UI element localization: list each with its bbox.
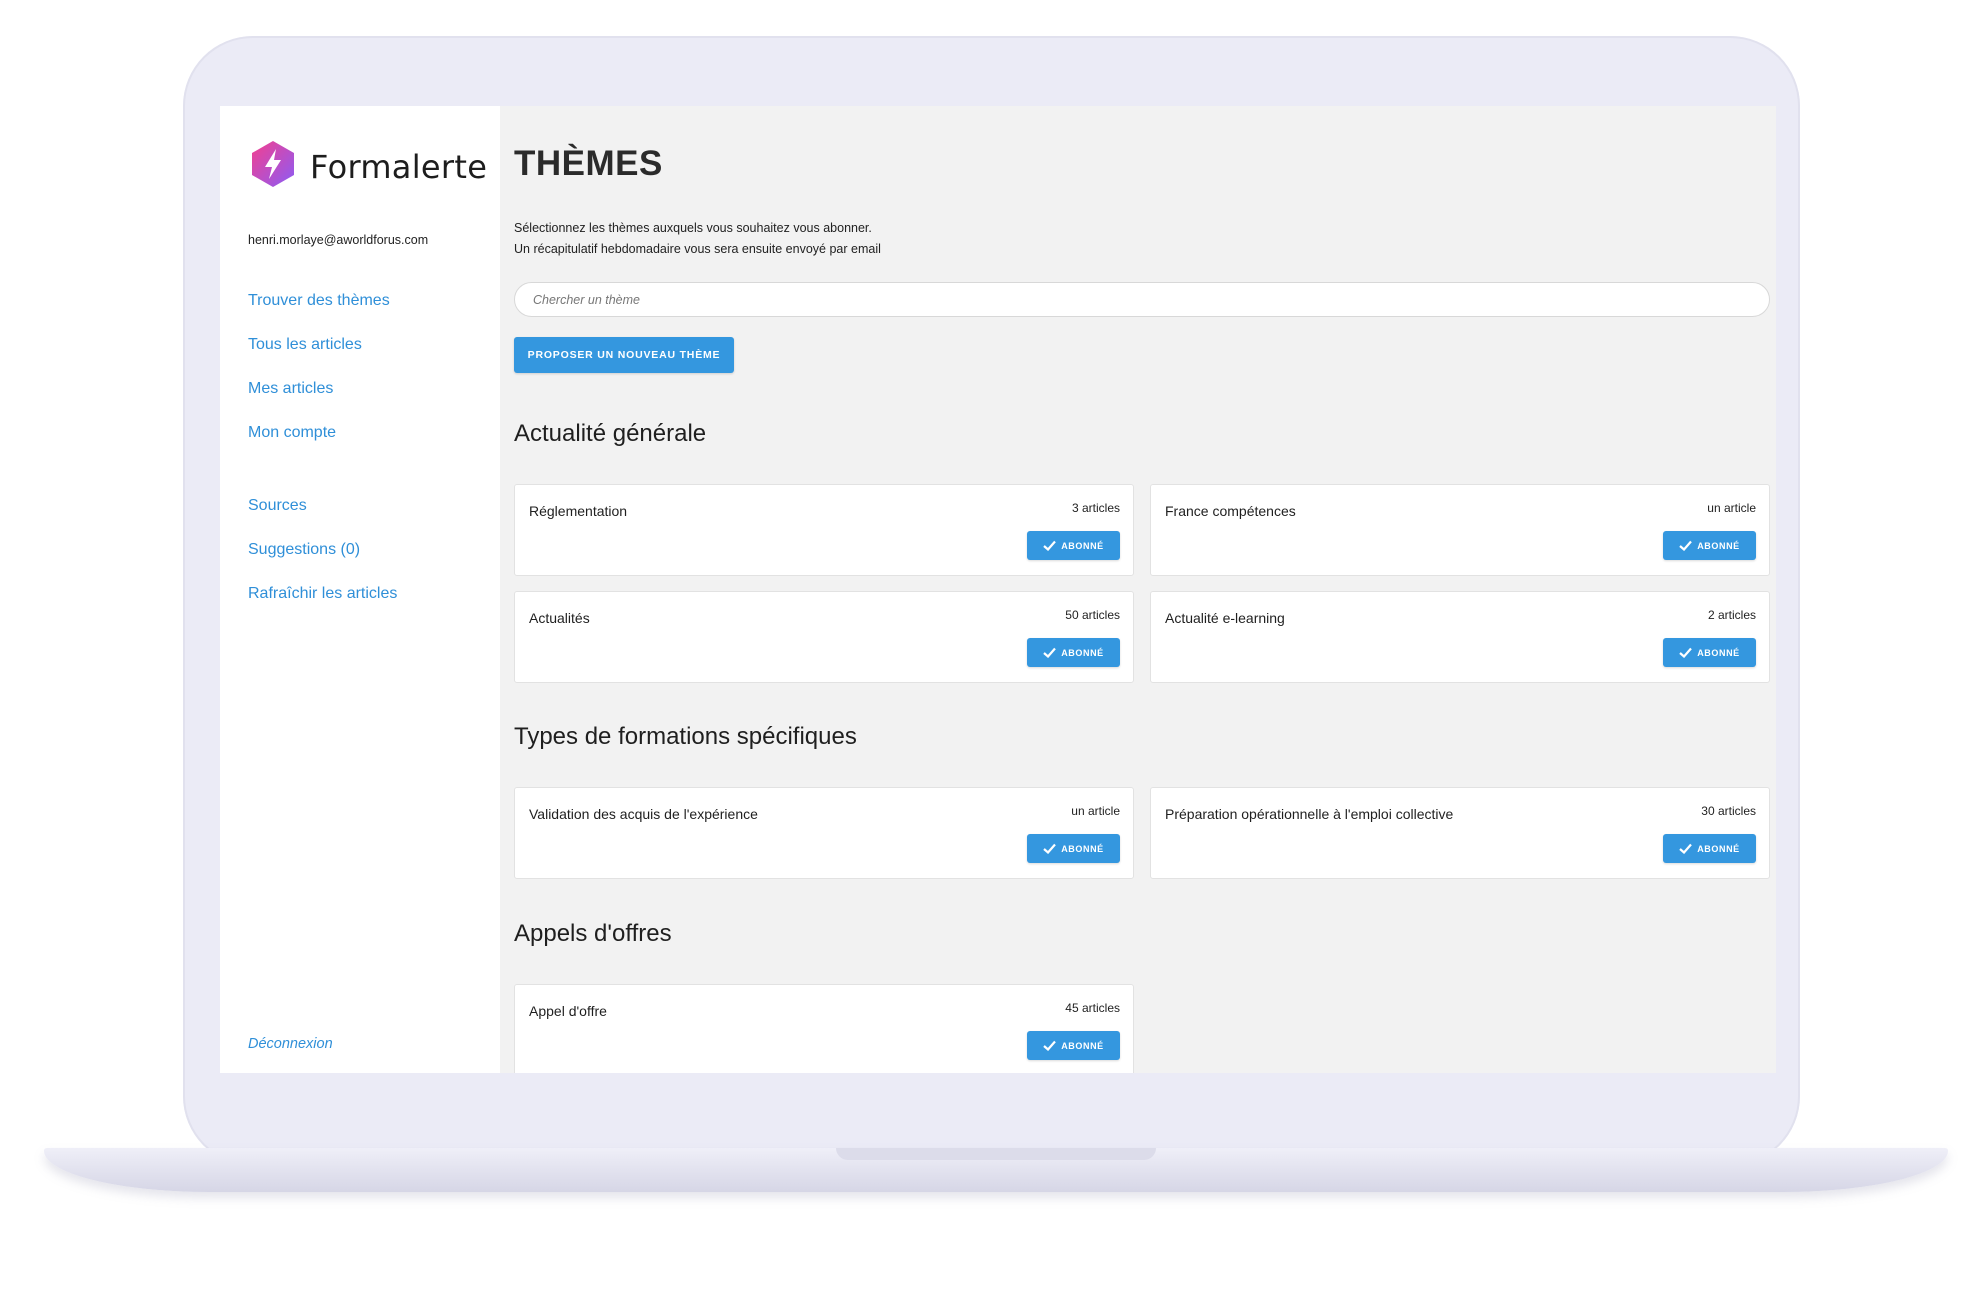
check-icon — [1043, 843, 1057, 854]
theme-card: Préparation opérationnelle à l'emploi co… — [1150, 787, 1770, 879]
theme-name: Actualités — [529, 610, 590, 626]
user-email: henri.morlaye@aworldforus.com — [248, 233, 429, 247]
article-count: 2 articles — [1707, 608, 1756, 622]
subscribed-button[interactable]: ABONNÉ — [1663, 834, 1756, 863]
sidebar: Formalerte henri.morlaye@aworldforus.com… — [220, 106, 500, 1073]
logout-link[interactable]: Déconnexion — [248, 1036, 333, 1052]
subscribed-button[interactable]: ABONNÉ — [1027, 1031, 1120, 1060]
article-count: 3 articles — [1071, 501, 1120, 515]
check-icon — [1679, 647, 1693, 658]
theme-card: Actualité e-learning 2 articles ABONNÉ — [1150, 591, 1770, 683]
logo-icon — [250, 140, 296, 193]
primary-nav: Trouver des thèmes Tous les articles Mes… — [248, 292, 390, 468]
subscribed-label: ABONNÉ — [1061, 647, 1104, 658]
propose-theme-button[interactable]: PROPOSER UN NOUVEAU THÈME — [514, 337, 734, 373]
article-count: un article — [1071, 804, 1120, 818]
article-count: 45 articles — [1065, 1001, 1120, 1015]
search-input[interactable] — [514, 282, 1770, 317]
article-count: 30 articles — [1701, 804, 1756, 818]
app-name: Formalerte — [310, 147, 488, 186]
app-screen: Formalerte henri.morlaye@aworldforus.com… — [220, 106, 1776, 1073]
subscribed-label: ABONNÉ — [1697, 843, 1740, 854]
theme-card: Validation des acquis de l'expérience un… — [514, 787, 1134, 879]
article-count: 50 articles — [1065, 608, 1120, 622]
nav-my-articles[interactable]: Mes articles — [248, 380, 390, 424]
theme-card: Actualités 50 articles ABONNÉ — [514, 591, 1134, 683]
subscribed-label: ABONNÉ — [1697, 540, 1740, 551]
subscribed-label: ABONNÉ — [1061, 1040, 1104, 1051]
intro-line-2: Un récapitulatif hebdomadaire vous sera … — [514, 242, 881, 256]
laptop-notch — [836, 1148, 1156, 1160]
theme-name: Actualité e-learning — [1165, 610, 1285, 626]
nav-find-themes[interactable]: Trouver des thèmes — [248, 292, 390, 336]
check-icon — [1043, 1040, 1057, 1051]
theme-name: Préparation opérationnelle à l'emploi co… — [1165, 806, 1454, 822]
subscribed-button[interactable]: ABONNÉ — [1027, 834, 1120, 863]
nav-sources[interactable]: Sources — [248, 497, 397, 541]
brand[interactable]: Formalerte — [250, 140, 487, 193]
intro-text: Sélectionnez les thèmes auxquels vous so… — [514, 218, 881, 260]
subscribed-label: ABONNÉ — [1697, 647, 1740, 658]
nav-my-account[interactable]: Mon compte — [248, 424, 390, 468]
theme-card: France compétences un article ABONNÉ — [1150, 484, 1770, 576]
check-icon — [1043, 540, 1057, 551]
section-title: Appels d'offres — [514, 920, 672, 947]
intro-line-1: Sélectionnez les thèmes auxquels vous so… — [514, 221, 872, 235]
nav-suggestions[interactable]: Suggestions (0) — [248, 541, 397, 585]
subscribed-label: ABONNÉ — [1061, 540, 1104, 551]
page-title: THÈMES — [514, 144, 663, 183]
subscribed-button[interactable]: ABONNÉ — [1027, 531, 1120, 560]
theme-card: Appel d'offre 45 articles ABONNÉ — [514, 984, 1134, 1073]
section-title: Types de formations spécifiques — [514, 723, 857, 750]
subscribed-button[interactable]: ABONNÉ — [1663, 638, 1756, 667]
nav-all-articles[interactable]: Tous les articles — [248, 336, 390, 380]
subscribed-button[interactable]: ABONNÉ — [1663, 531, 1756, 560]
subscribed-button[interactable]: ABONNÉ — [1027, 638, 1120, 667]
article-count: un article — [1707, 501, 1756, 515]
check-icon — [1043, 647, 1057, 658]
theme-name: Réglementation — [529, 503, 628, 519]
check-icon — [1679, 843, 1693, 854]
theme-card: Réglementation 3 articles ABONNÉ — [514, 484, 1134, 576]
section-title: Actualité générale — [514, 420, 707, 447]
secondary-nav: Sources Suggestions (0) Rafraîchir les a… — [248, 497, 397, 629]
theme-name: Validation des acquis de l'expérience — [529, 806, 758, 822]
nav-refresh-articles[interactable]: Rafraîchir les articles — [248, 585, 397, 629]
theme-name: France compétences — [1165, 503, 1296, 519]
check-icon — [1679, 540, 1693, 551]
theme-name: Appel d'offre — [529, 1003, 607, 1019]
subscribed-label: ABONNÉ — [1061, 843, 1104, 854]
